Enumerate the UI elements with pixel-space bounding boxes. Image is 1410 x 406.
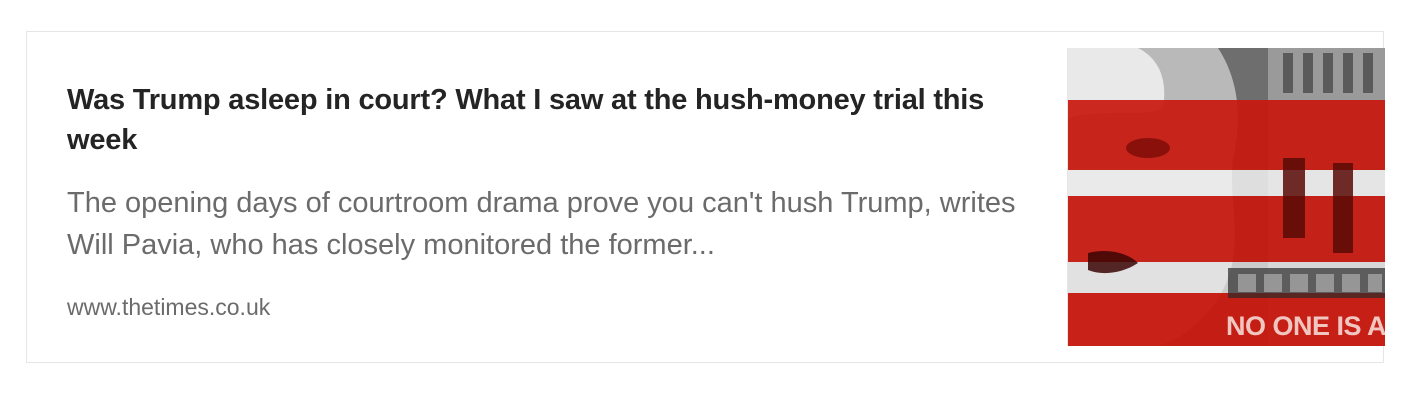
link-preview-description: The opening days of courtroom drama prov… <box>67 187 1016 261</box>
link-preview-domain[interactable]: www.thetimes.co.uk <box>67 292 1057 322</box>
link-preview-text: Was Trump asleep in court? What I saw at… <box>67 80 1057 322</box>
thumbnail-overlay-text: NO ONE IS ABO <box>1226 311 1385 341</box>
article-thumbnail-image[interactable]: NO ONE IS ABO <box>1067 48 1385 346</box>
link-preview-title[interactable]: Was Trump asleep in court? What I saw at… <box>67 80 1057 160</box>
link-preview-card[interactable]: Was Trump asleep in court? What I saw at… <box>26 31 1385 363</box>
